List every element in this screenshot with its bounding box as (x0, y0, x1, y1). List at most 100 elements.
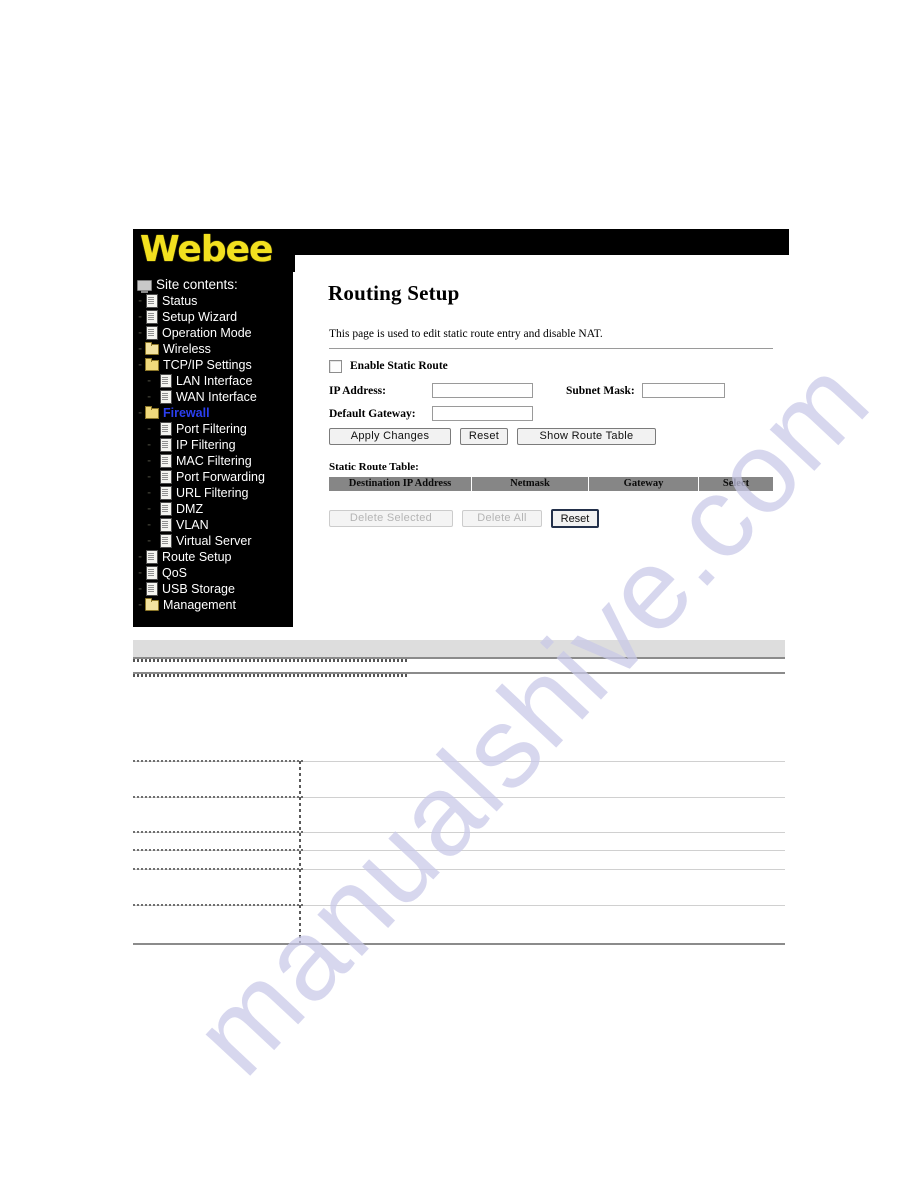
default-gateway-input[interactable] (432, 406, 533, 421)
table-row (133, 904, 785, 906)
sidebar-item-label: Setup Wizard (162, 310, 238, 324)
enable-static-route-checkbox[interactable] (329, 359, 342, 373)
sidebar-item-label: Management (163, 598, 236, 612)
sidebar-item-firewall[interactable]: ╶ Firewall (133, 405, 293, 421)
tree-connector: ╶ (133, 536, 151, 546)
sidebar-item-operation-mode[interactable]: ╶ Operation Mode (133, 325, 293, 341)
page-title: Routing Setup (328, 281, 460, 305)
sidebar-item-route-setup[interactable]: ╶ Route Setup (133, 549, 293, 565)
tree-connector: ╶ (133, 408, 142, 418)
sidebar-item-label: TCP/IP Settings (163, 358, 252, 372)
ip-address-label: IP Address: (329, 384, 386, 397)
form-button-row: Apply Changes Reset Show Route Table (329, 428, 665, 445)
page-icon (160, 390, 172, 404)
page-icon (160, 534, 172, 548)
sidebar-item-wan-interface[interactable]: ╶ WAN Interface (133, 389, 293, 405)
tree-connector: ╶ (133, 456, 151, 466)
apply-changes-button[interactable]: Apply Changes (329, 428, 451, 445)
sidebar-item-label: LAN Interface (176, 374, 253, 388)
enable-static-route-row[interactable]: Enable Static Route (329, 357, 779, 375)
sidebar-root-label: Site contents: (156, 277, 238, 292)
sidebar-item-status[interactable]: ╶ Status (133, 293, 293, 309)
table-row (133, 760, 785, 762)
sidebar-item-lan-interface[interactable]: ╶ LAN Interface (133, 373, 293, 389)
enable-static-route-label: Enable Static Route (350, 360, 448, 372)
reset-button[interactable]: Reset (460, 428, 508, 445)
sidebar-item-ip-filtering[interactable]: ╶ IP Filtering (133, 437, 293, 453)
ip-address-input[interactable] (432, 383, 533, 398)
tree-connector: ╶ (133, 296, 142, 306)
table-header-gateway: Gateway (589, 477, 699, 491)
sidebar-item-label: MAC Filtering (176, 454, 252, 468)
tree-connector: ╶ (133, 472, 151, 482)
folder-open-icon (145, 358, 159, 371)
table-bottom-border (133, 943, 785, 945)
sidebar-item-label: IP Filtering (176, 438, 236, 452)
tree-connector: ╶ (133, 392, 151, 402)
sidebar-item-qos[interactable]: ╶ QoS (133, 565, 293, 581)
main-panel: Routing Setup This page is used to edit … (295, 255, 789, 622)
page-icon (160, 422, 172, 436)
sidebar-item-label: Port Forwarding (176, 470, 265, 484)
table-header-netmask: Netmask (472, 477, 589, 491)
sidebar-item-port-forwarding[interactable]: ╶ Port Forwarding (133, 469, 293, 485)
page-icon (160, 518, 172, 532)
delete-all-button[interactable]: Delete All (462, 510, 542, 527)
empty-table (133, 760, 785, 945)
sidebar-item-dmz[interactable]: ╶ DMZ (133, 501, 293, 517)
webee-logo: Webee (140, 229, 273, 270)
sidebar-item-label: Wireless (163, 342, 211, 356)
sidebar-item-usb-storage[interactable]: ╶ USB Storage (133, 581, 293, 597)
page-icon (160, 438, 172, 452)
default-gateway-label: Default Gateway: (329, 407, 416, 420)
page-icon (160, 486, 172, 500)
divider-line-lower (133, 672, 785, 677)
page-icon (146, 550, 158, 564)
tree-connector: ╶ (133, 568, 142, 578)
tree-connector: ╶ (133, 552, 142, 562)
sidebar-item-label: WAN Interface (176, 390, 257, 404)
subnet-mask-input[interactable] (641, 383, 725, 398)
sidebar-item-management[interactable]: ╶ Management (133, 597, 293, 613)
table-column-divider (299, 761, 301, 944)
sidebar-item-label: QoS (162, 566, 188, 580)
sidebar-item-port-filtering[interactable]: ╶ Port Filtering (133, 421, 293, 437)
sidebar-item-url-filtering[interactable]: ╶ URL Filtering (133, 485, 293, 501)
static-route-form: Enable Static Route IP Address: Subnet M… (329, 357, 779, 425)
tree-connector: ╶ (133, 360, 142, 370)
subnet-mask-label: Subnet Mask: (566, 384, 635, 397)
folder-open-icon (145, 406, 159, 419)
show-route-table-button[interactable]: Show Route Table (517, 428, 656, 445)
table-row (133, 796, 785, 798)
tree-connector: ╶ (133, 344, 142, 354)
folder-icon (145, 598, 159, 611)
sidebar-item-tcp-ip-settings[interactable]: ╶ TCP/IP Settings (133, 357, 293, 373)
monitor-icon (137, 279, 152, 293)
sidebar-item-mac-filtering[interactable]: ╶ MAC Filtering (133, 453, 293, 469)
page-icon (160, 374, 172, 388)
static-route-table-caption: Static Route Table: (329, 461, 419, 473)
page-icon (146, 582, 158, 596)
sidebar-item-vlan[interactable]: ╶ VLAN (133, 517, 293, 533)
sidebar-root: Site contents: (133, 277, 293, 293)
page-icon (146, 326, 158, 340)
ip-address-row: IP Address: Subnet Mask: (329, 379, 779, 402)
folder-icon (145, 342, 159, 355)
sidebar-item-virtual-server[interactable]: ╶ Virtual Server (133, 533, 293, 549)
default-gateway-row: Default Gateway: (329, 402, 779, 425)
page-icon (146, 294, 158, 308)
table-header-destination-ip: Destination IP Address (329, 477, 472, 491)
sidebar-item-label: Status (162, 294, 198, 308)
static-route-table-header: Destination IP Address Netmask Gateway S… (329, 477, 773, 491)
sidebar-item-label: Operation Mode (162, 326, 252, 340)
sidebar-item-label: Firewall (163, 406, 210, 420)
sidebar-item-wireless[interactable]: ╶ Wireless (133, 341, 293, 357)
tree-connector: ╶ (133, 328, 142, 338)
table-button-row: Delete Selected Delete All Reset (329, 509, 599, 528)
sidebar-item-setup-wizard[interactable]: ╶ Setup Wizard (133, 309, 293, 325)
delete-selected-button[interactable]: Delete Selected (329, 510, 453, 527)
tree-connector: ╶ (133, 312, 142, 322)
divider-line-upper (133, 657, 785, 662)
tree-connector: ╶ (133, 440, 151, 450)
table-reset-button[interactable]: Reset (551, 509, 599, 528)
